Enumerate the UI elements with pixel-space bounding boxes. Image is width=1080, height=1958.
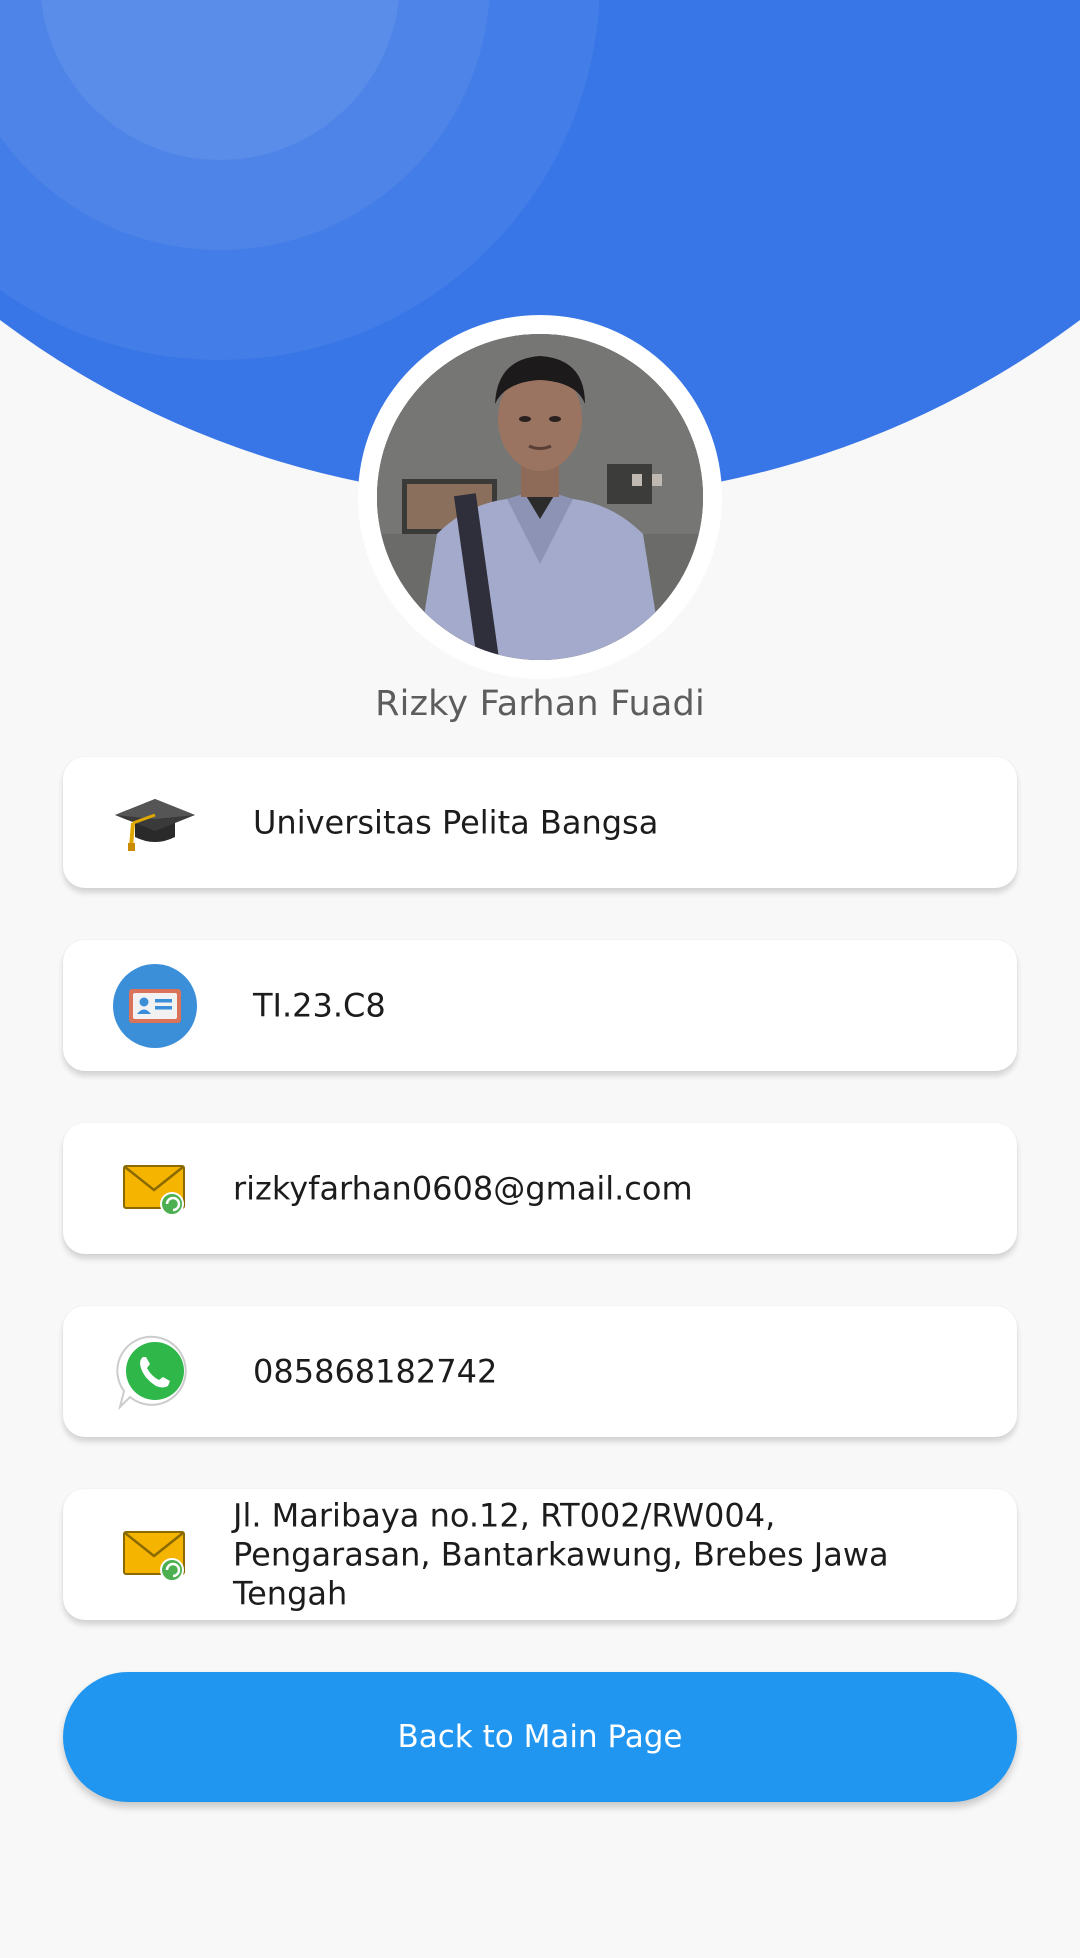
phone-text: 085868182742: [253, 1352, 498, 1390]
address-text: Jl. Maribaya no.12, RT002/RW004, Pengara…: [233, 1496, 889, 1612]
info-card-address: Jl. Maribaya no.12, RT002/RW004, Pengara…: [63, 1489, 1017, 1620]
email-text: rizkyfarhan0608@gmail.com: [233, 1169, 693, 1207]
avatar-photo: [377, 334, 703, 660]
id-card-icon: [113, 963, 197, 1048]
info-card-class: TI.23.C8: [63, 940, 1017, 1071]
profile-name: Rizky Farhan Fuadi: [375, 684, 705, 724]
mail-icon: [113, 1147, 197, 1231]
avatar-frame: [358, 315, 722, 679]
profile-screen: Rizky Farhan Fuadi Universitas Pelita Ba…: [0, 0, 1080, 1958]
university-text: Universitas Pelita Bangsa: [253, 803, 659, 841]
info-card-phone: 085868182742: [63, 1306, 1017, 1437]
whatsapp-icon: [113, 1330, 197, 1414]
mail-icon: [113, 1513, 197, 1597]
graduation-cap-icon: [113, 781, 197, 865]
back-to-main-button[interactable]: Back to Main Page: [63, 1672, 1017, 1802]
info-card-email: rizkyfarhan0608@gmail.com: [63, 1123, 1017, 1254]
info-card-university: Universitas Pelita Bangsa: [63, 757, 1017, 888]
class-text: TI.23.C8: [253, 986, 386, 1024]
avatar: [377, 334, 703, 660]
